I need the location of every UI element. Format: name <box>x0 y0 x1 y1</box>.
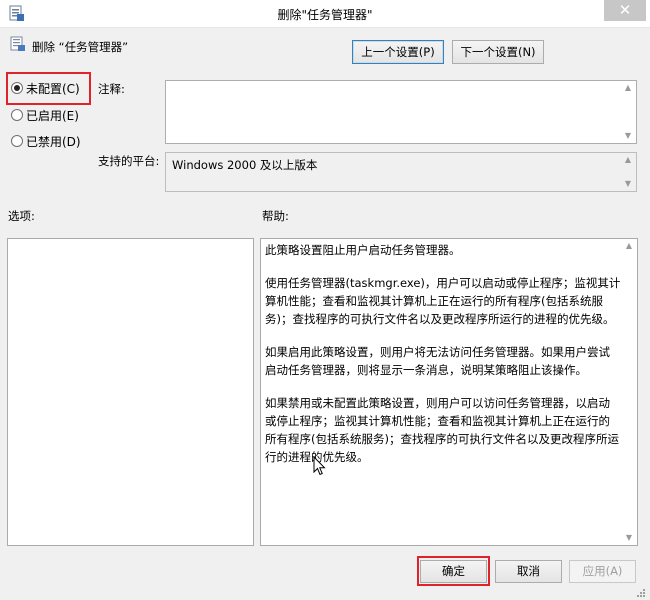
policy-title: 删除 “任务管理器” <box>32 40 129 54</box>
platform-scrollbar[interactable]: ▲ ▼ <box>621 153 636 191</box>
platform-label: 支持的平台: <box>98 154 160 168</box>
platform-field: Windows 2000 及以上版本 ▲ ▼ <box>165 152 637 192</box>
scroll-down-icon[interactable]: ▼ <box>623 179 633 189</box>
help-paragraph: 如果启用此策略设置，则用户将无法访问任务管理器。如果用户尝试启动任务管理器，则将… <box>265 345 610 377</box>
next-setting-button[interactable]: 下一个设置(N) <box>452 40 544 64</box>
scroll-up-icon[interactable]: ▲ <box>624 241 634 251</box>
previous-setting-button[interactable]: 上一个设置(P) <box>352 40 444 64</box>
scroll-up-icon[interactable]: ▲ <box>623 83 633 93</box>
options-pane <box>7 238 254 546</box>
close-icon: ✕ <box>618 1 632 19</box>
close-button[interactable]: ✕ <box>604 0 646 21</box>
radio-not-configured[interactable]: 未配置(C) <box>11 79 80 97</box>
radio-indicator <box>11 135 23 147</box>
help-text: 此策略设置阻止用户启动任务管理器。 使用任务管理器(taskmgr.exe)，用… <box>265 241 621 481</box>
title-bar: 删除"任务管理器" ✕ <box>0 0 650 28</box>
comment-scrollbar[interactable]: ▲ ▼ <box>621 81 636 143</box>
help-pane: 此策略设置阻止用户启动任务管理器。 使用任务管理器(taskmgr.exe)，用… <box>260 238 638 546</box>
scroll-down-icon[interactable]: ▼ <box>623 131 633 141</box>
apply-button[interactable]: 应用(A) <box>569 560 636 583</box>
comment-label: 注释: <box>98 82 125 96</box>
help-scrollbar[interactable]: ▲ ▼ <box>622 239 637 545</box>
resize-grip-icon[interactable] <box>636 588 646 598</box>
ok-button[interactable]: 确定 <box>420 560 487 583</box>
radio-disabled[interactable]: 已禁用(D) <box>11 132 81 150</box>
window-title: 删除"任务管理器" <box>277 8 373 22</box>
help-label: 帮助: <box>262 209 289 223</box>
policy-icon <box>10 36 25 51</box>
platform-value: Windows 2000 及以上版本 <box>172 158 318 172</box>
scroll-up-icon[interactable]: ▲ <box>623 155 633 165</box>
radio-indicator <box>11 109 23 121</box>
radio-label: 已禁用(D) <box>26 134 81 149</box>
cancel-button[interactable]: 取消 <box>495 560 562 583</box>
radio-label: 已启用(E) <box>26 108 79 123</box>
help-paragraph: 使用任务管理器(taskmgr.exe)，用户可以启动或停止程序；监视其计算机性… <box>265 276 621 326</box>
radio-enabled[interactable]: 已启用(E) <box>11 106 79 124</box>
options-label: 选项: <box>8 209 35 223</box>
radio-selected-indicator <box>11 82 23 94</box>
scroll-down-icon[interactable]: ▼ <box>624 533 634 543</box>
radio-label: 未配置(C) <box>26 81 80 96</box>
comment-field[interactable]: ▲ ▼ <box>165 80 637 144</box>
help-paragraph: 此策略设置阻止用户启动任务管理器。 <box>265 243 461 257</box>
mouse-cursor-icon <box>313 456 326 476</box>
